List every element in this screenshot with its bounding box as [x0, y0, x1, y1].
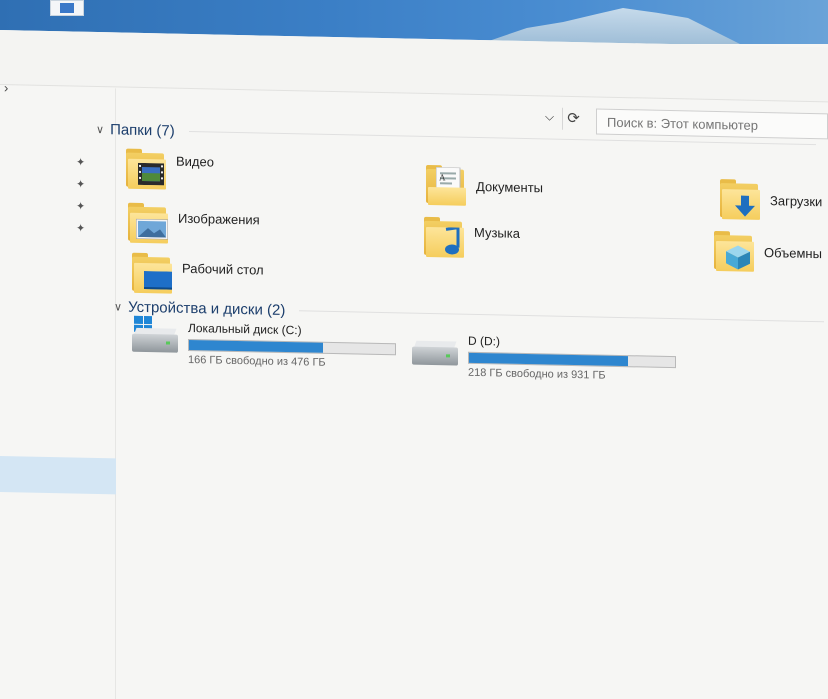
- folder-label: Рабочий стол: [182, 260, 264, 278]
- drive-item-d[interactable]: D (D:) 218 ГБ свободно из 931 ГБ: [412, 333, 676, 384]
- folder-item-documents[interactable]: A Документы: [424, 164, 544, 207]
- windows-drive-icon: [132, 315, 178, 355]
- video-folder-icon: [124, 148, 168, 190]
- chevron-down-icon: ∨: [114, 301, 123, 314]
- folder-item-3d-objects[interactable]: Объемны: [712, 230, 822, 273]
- hard-drive-icon: [412, 337, 458, 368]
- drive-free-space: 166 ГБ свободно из 476 ГБ: [188, 353, 326, 369]
- chevron-down-icon: ∨: [96, 124, 105, 137]
- folder-item-video[interactable]: Видео: [124, 148, 214, 191]
- file-explorer-window: › ⌵ ⟳ ✦ ✦ ✦ ✦ ∨ Папки (7) Видео: [0, 30, 828, 699]
- divider: [299, 310, 824, 323]
- wallpaper-mountain: [480, 8, 740, 44]
- folder-item-downloads[interactable]: Загрузки: [718, 179, 822, 221]
- pin-icon[interactable]: ✦: [76, 156, 85, 169]
- folder-label: Видео: [176, 153, 214, 169]
- folder-label: Документы: [476, 178, 544, 195]
- svg-text:A: A: [439, 172, 446, 182]
- drive-name: Локальный диск (C:): [188, 320, 302, 338]
- drive-usage-bar: [188, 338, 396, 356]
- pictures-folder-icon: [126, 202, 170, 244]
- drive-free-space: 218 ГБ свободно из 931 ГБ: [468, 366, 606, 382]
- music-folder-icon: [422, 216, 466, 258]
- pin-icon[interactable]: ✦: [76, 222, 85, 235]
- drive-usage-bar: [468, 351, 676, 369]
- navigation-pane: ✦ ✦ ✦ ✦: [0, 86, 116, 699]
- folder-label: Объемны: [764, 244, 822, 261]
- drive-name: D (D:): [468, 333, 500, 349]
- folder-label: Изображения: [178, 210, 260, 227]
- folder-label: Музыка: [474, 224, 520, 241]
- pin-icon[interactable]: ✦: [76, 200, 85, 213]
- recent-locations-dropdown-icon[interactable]: ⌵: [545, 109, 554, 124]
- downloads-folder-icon: [718, 179, 762, 220]
- refresh-button[interactable]: ⟳: [562, 107, 584, 131]
- folder-item-desktop[interactable]: Рабочий стол: [130, 252, 264, 296]
- 3d-objects-folder-icon: [712, 230, 756, 272]
- folder-item-music[interactable]: Музыка: [422, 216, 520, 259]
- desktop-folder-icon: [130, 252, 174, 294]
- desktop-icon[interactable]: [50, 0, 84, 16]
- folders-group-title: Папки (7): [110, 121, 175, 140]
- documents-folder-icon: A: [424, 164, 468, 206]
- folder-label: Загрузки: [770, 192, 823, 209]
- sidebar-item-this-pc[interactable]: [0, 456, 116, 495]
- drive-item-c[interactable]: Локальный диск (C:) 166 ГБ свободно из 4…: [132, 315, 396, 371]
- pin-icon[interactable]: ✦: [76, 178, 85, 191]
- folder-item-pictures[interactable]: Изображения: [126, 202, 260, 246]
